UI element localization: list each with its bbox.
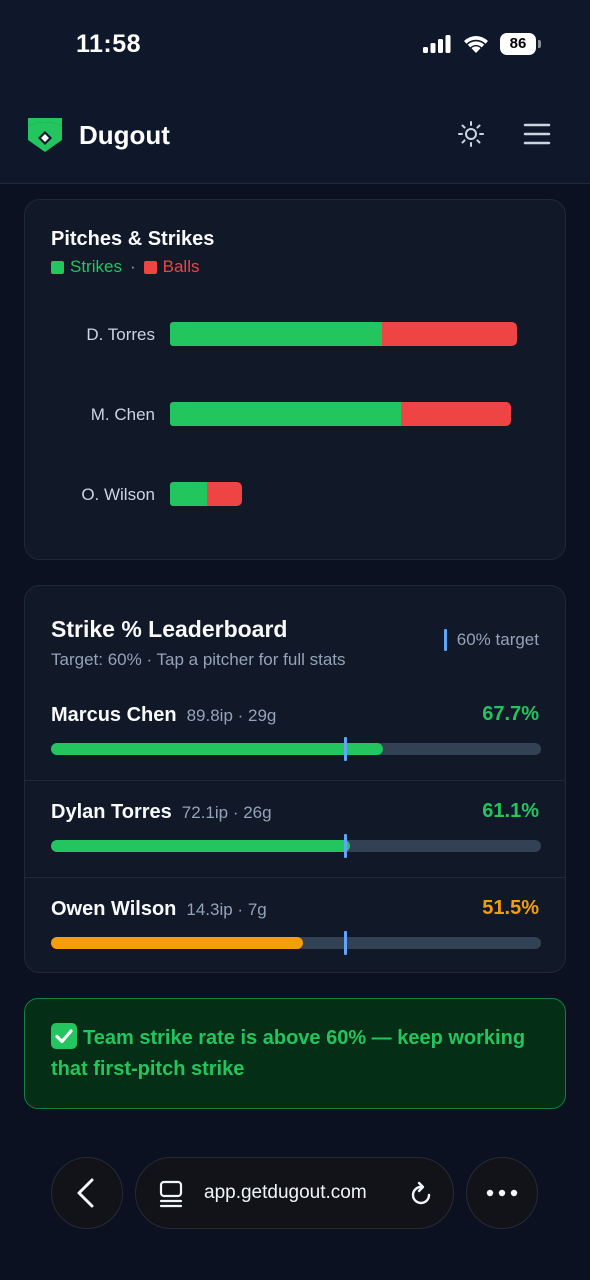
balls-swatch	[143, 260, 157, 274]
more-icon	[486, 1189, 518, 1197]
check-mark-icon	[51, 1023, 77, 1049]
tabs-icon	[159, 1180, 183, 1208]
bar-row: D. Torres	[25, 322, 565, 348]
battery-level: 86	[500, 33, 536, 55]
legend-separator: ·	[129, 257, 136, 276]
back-button[interactable]	[51, 1157, 123, 1229]
pitcher-name: Owen Wilson 14.3ip · 7g	[51, 898, 267, 920]
strike-progress-fill	[51, 743, 383, 755]
strikes-bar	[170, 322, 382, 346]
status-bar: 11:58 86	[0, 0, 590, 90]
leaderboard-card: Strike % Leaderboard Target: 60% · Tap a…	[24, 585, 566, 973]
app-name: Dugout	[79, 120, 170, 150]
url-text: app.getdugout.com	[204, 1182, 367, 1203]
app-header: Dugout	[0, 90, 590, 184]
battery-icon: 86	[500, 33, 542, 55]
url-bar[interactable]: app.getdugout.com	[135, 1157, 454, 1229]
status-time: 11:58	[76, 30, 142, 58]
dugout-logo-icon	[28, 118, 62, 152]
strike-percentage: 67.7%	[482, 703, 539, 725]
target-legend-label: 60% target	[456, 630, 539, 649]
target-marker	[343, 931, 347, 955]
target-legend: 60% target	[443, 629, 539, 651]
balls-bar	[207, 482, 242, 506]
balls-bar	[382, 322, 517, 346]
strike-progress-track	[51, 834, 541, 858]
strike-progress-track	[51, 931, 541, 955]
pitcher-name: Dylan Torres 72.1ip · 26g	[51, 801, 272, 823]
balls-bar	[401, 402, 511, 426]
bar-label: M. Chen	[90, 405, 155, 424]
signal-icon	[423, 35, 451, 53]
leaderboard-title: Strike % Leaderboard	[51, 616, 288, 642]
back-icon	[77, 1178, 94, 1208]
legend-strikes: Strikes	[70, 257, 122, 276]
bar-label: D. Torres	[86, 325, 155, 344]
target-marker	[343, 737, 347, 761]
strikes-bar	[170, 482, 207, 506]
pitcher-row[interactable]: Owen Wilson 14.3ip · 7g 51.5%	[25, 878, 565, 972]
bar-row: O. Wilson	[25, 482, 565, 508]
leaderboard-subtitle: Target: 60% · Tap a pitcher for full sta…	[51, 650, 346, 669]
more-button[interactable]	[466, 1157, 538, 1229]
pitcher-row[interactable]: Dylan Torres 72.1ip · 26g 61.1%	[25, 781, 565, 878]
target-legend-marker	[443, 629, 447, 651]
bar-row: M. Chen	[25, 402, 565, 428]
legend-balls: Balls	[162, 257, 200, 276]
pitcher-name: Marcus Chen 89.8ip · 29g	[51, 704, 277, 726]
chart-title: Pitches & Strikes	[51, 228, 215, 250]
pitcher-meta: 72.1ip · 26g	[181, 803, 272, 822]
pitches-strikes-card: Pitches & Strikes Strikes · Balls D. Tor…	[24, 199, 566, 560]
target-marker	[343, 834, 347, 858]
strike-progress-fill	[51, 840, 351, 852]
sun-icon[interactable]	[457, 120, 485, 148]
pitcher-meta: 14.3ip · 7g	[186, 900, 267, 919]
strike-percentage: 51.5%	[482, 897, 539, 919]
reload-icon[interactable]	[408, 1180, 434, 1208]
chart-legend: Strikes · Balls	[51, 257, 200, 277]
banner-text: Team strike rate is above 60% — keep wor…	[51, 1027, 526, 1080]
pitcher-row[interactable]: Marcus Chen 89.8ip · 29g 67.7%	[25, 684, 565, 781]
strike-progress-track	[51, 737, 541, 761]
strike-percentage: 61.1%	[482, 800, 539, 822]
team-strike-banner: Team strike rate is above 60% — keep wor…	[24, 998, 566, 1109]
menu-icon[interactable]	[523, 122, 551, 146]
pitcher-meta: 89.8ip · 29g	[186, 706, 277, 725]
bar-label: O. Wilson	[81, 485, 155, 504]
wifi-icon	[464, 36, 488, 53]
strike-progress-fill	[51, 937, 304, 949]
strikes-swatch	[51, 260, 64, 274]
strikes-bar	[170, 402, 401, 426]
